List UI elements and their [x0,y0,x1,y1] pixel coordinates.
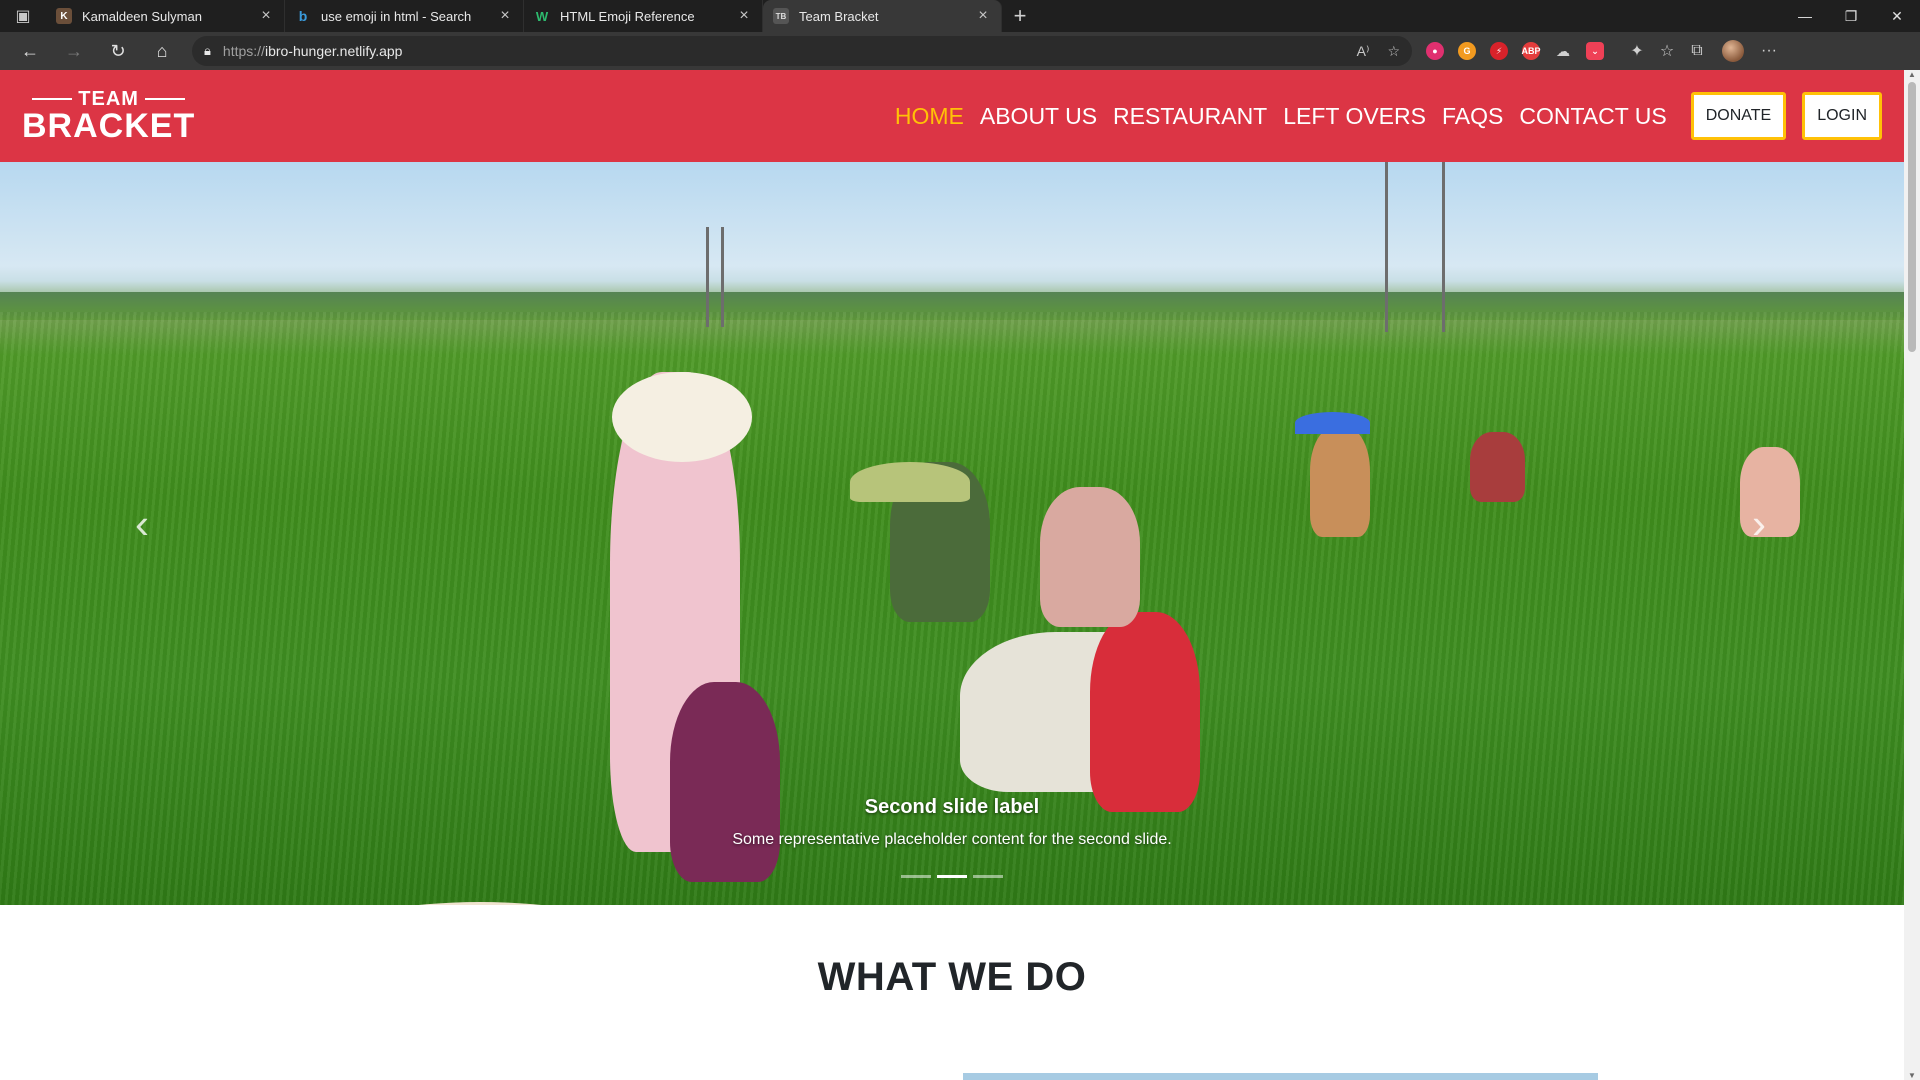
nav-about[interactable]: ABOUT US [980,103,1097,130]
collections-icon[interactable]: ⧉ [1682,42,1712,60]
site-favicon-icon: TB [773,8,789,24]
tab-title: use emoji in html - Search [321,8,472,24]
address-actions: A⁾ ☆ [1357,43,1400,60]
hero-image-figure [1090,612,1200,812]
address-bar[interactable]: 🔒︎ https://ibro-hunger.netlify.app A⁾ ☆ [192,36,1412,66]
login-button[interactable]: LOGIN [1802,92,1882,140]
read-aloud-icon[interactable]: A⁾ [1357,43,1370,60]
profile-avatar[interactable] [1722,40,1744,62]
hero-image-figure [612,372,752,462]
extension-lightning-icon[interactable]: ⚡︎ [1490,42,1508,60]
forward-arrow-icon[interactable]: → [52,35,96,67]
carousel-indicator[interactable] [973,875,1003,878]
extensions-puzzle-icon[interactable]: ✦ [1622,41,1652,61]
extension-g-icon[interactable]: G [1458,42,1476,60]
adblock-icon[interactable]: ABP [1522,42,1541,60]
caption-title: Second slide label [864,796,1040,818]
hero-image-figure [1295,412,1370,434]
home-icon[interactable]: ⌂ [140,35,184,67]
restore-button[interactable]: ❐ [1828,0,1874,32]
carousel-prev-button[interactable]: ‹ [135,500,149,548]
logo-bottom: BRACKET [22,107,196,145]
tab-actions-icon[interactable]: ▣ [0,0,46,32]
caption-text: Some representative placeholder content … [732,831,1172,848]
close-window-button[interactable]: ✕ [1874,0,1920,32]
scroll-thumb[interactable] [1908,82,1916,352]
browser-tab[interactable]: W HTML Emoji Reference × [524,0,763,32]
pocket-icon[interactable]: ⌄ [1586,42,1604,60]
web-page: TEAM BRACKET HOME ABOUT US RESTAURANT LE… [0,70,1904,1080]
refresh-icon[interactable]: ↻ [96,35,140,67]
hero-carousel: ‹ › Second slide label Some representati… [0,162,1904,905]
hero-image-figure [850,462,970,502]
tab-close-icon[interactable]: × [497,7,513,25]
logo-top: TEAM [22,89,195,109]
donate-button[interactable]: DONATE [1690,92,1787,140]
hero-image-figure [1040,487,1140,627]
tab-title: Team Bracket [799,8,879,24]
hero-image-tower [1385,162,1445,332]
carousel-next-button[interactable]: › [1752,500,1766,548]
extensions-bar: ● G ⚡︎ ABP ☁ ⌄ [1426,42,1604,60]
new-tab-button[interactable]: + [1002,0,1038,32]
favorites-icon[interactable]: ☆ [1652,41,1682,61]
extension-record-icon[interactable]: ● [1426,42,1444,60]
carousel-indicator[interactable] [901,875,931,878]
tab-close-icon[interactable]: × [975,7,991,25]
hero-image-tower [706,227,724,327]
carousel-indicator-active[interactable] [937,875,967,878]
carousel-caption: Second slide label Some representative p… [0,796,1904,849]
browser-tab[interactable]: K Kamaldeen Sulyman × [46,0,285,32]
site-logo[interactable]: TEAM BRACKET [22,89,195,143]
tab-title: HTML Emoji Reference [560,8,695,24]
page-scrollbar[interactable]: ▲ ▼ [1904,70,1920,1080]
profile-favicon-icon: K [56,8,72,24]
hero-image-figure [1470,432,1525,502]
hero-image-figure [1740,447,1800,537]
bing-favicon-icon: b [298,8,308,24]
nav-faqs[interactable]: FAQS [1442,103,1503,130]
tab-close-icon[interactable]: × [736,7,752,25]
carousel-indicators [0,875,1904,878]
nav-home[interactable]: HOME [895,103,964,130]
favorite-star-icon[interactable]: ☆ [1387,43,1400,60]
scroll-up-icon[interactable]: ▲ [1904,70,1920,79]
browser-toolbar: ← → ↻ ⌂ 🔒︎ https://ibro-hunger.netlify.a… [0,32,1920,70]
minimize-button[interactable]: — [1782,0,1828,32]
browser-tab-active[interactable]: TB Team Bracket × [763,0,1002,32]
lock-icon[interactable]: 🔒︎ [204,43,211,59]
site-header: TEAM BRACKET HOME ABOUT US RESTAURANT LE… [0,70,1904,162]
main-nav: HOME ABOUT US RESTAURANT LEFT OVERS FAQS… [895,92,1882,140]
tab-close-icon[interactable]: × [258,7,274,25]
browser-tab[interactable]: b use emoji in html - Search × [285,0,524,32]
nav-restaurant[interactable]: RESTAURANT [1113,103,1267,130]
window-controls: — ❐ ✕ [1782,0,1920,32]
extension-cloud-icon[interactable]: ☁ [1554,42,1572,60]
hero-image-figure [1310,427,1370,537]
nav-leftovers[interactable]: LEFT OVERS [1283,103,1426,130]
next-section-image-peek [963,1073,1598,1080]
w3schools-favicon-icon: W [535,8,549,24]
tab-title: Kamaldeen Sulyman [82,8,202,24]
section-title: WHAT WE DO [817,955,1087,999]
back-arrow-icon[interactable]: ← [8,35,52,67]
url-text: https://ibro-hunger.netlify.app [222,43,403,59]
browser-tab-bar: ▣ K Kamaldeen Sulyman × b use emoji in h… [0,0,1920,32]
hero-image-figure [670,682,780,882]
scroll-down-icon[interactable]: ▼ [1904,1071,1920,1080]
nav-contact[interactable]: CONTACT US [1519,103,1666,130]
more-menu-icon[interactable]: ··· [1754,42,1784,60]
